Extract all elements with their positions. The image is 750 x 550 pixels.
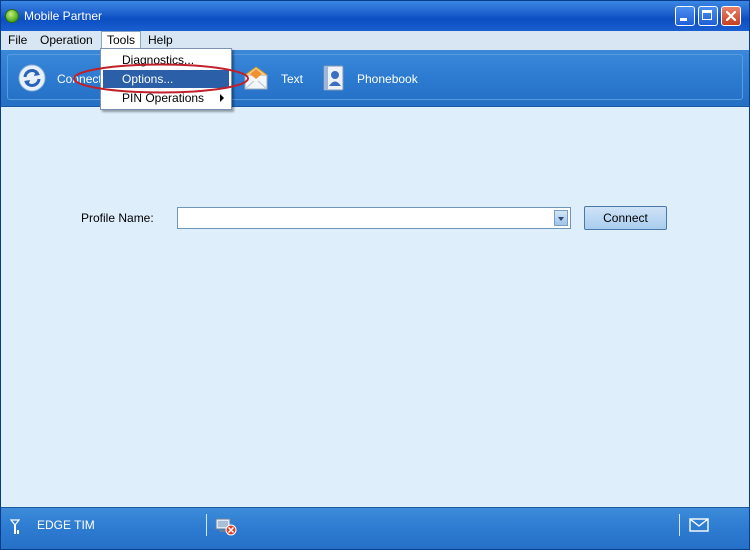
toolbar-connect-label: Connect (57, 72, 102, 86)
pin-operations-label: PIN Operations (122, 91, 205, 105)
toolbar-text-button[interactable]: Text (238, 55, 318, 101)
status-bar: EDGE TIM (1, 507, 749, 549)
toolbar-phonebook-label: Phonebook (357, 72, 418, 86)
toolbar-text-label: Text (281, 72, 304, 86)
connect-button[interactable]: Connect (584, 206, 667, 230)
menu-item-options[interactable]: Options... (103, 70, 229, 88)
profile-name-label: Profile Name: (81, 211, 154, 225)
chevron-down-icon (558, 217, 564, 221)
connect-refresh-icon (18, 64, 46, 92)
envelope-icon (244, 66, 268, 90)
network-status-text: EDGE TIM (37, 518, 95, 532)
close-icon (725, 10, 737, 22)
tools-dropdown-menu: Diagnostics... Options... PIN Operations (100, 48, 232, 110)
maximize-icon (702, 10, 712, 20)
content-area: Profile Name: Connect (1, 107, 749, 507)
menu-operation[interactable]: Operation (35, 31, 98, 50)
maximize-button[interactable] (698, 6, 718, 26)
profile-name-select[interactable] (177, 207, 571, 229)
phonebook-icon (323, 65, 344, 91)
status-divider (206, 514, 207, 536)
window-title: Mobile Partner (24, 9, 103, 23)
app-icon (5, 9, 19, 23)
toolbar-connect-button[interactable]: Connect (8, 55, 102, 101)
submenu-arrow-icon (220, 94, 224, 102)
close-button[interactable] (721, 6, 741, 26)
disconnected-icon (215, 518, 237, 536)
profile-dropdown-button[interactable] (554, 210, 568, 226)
menu-item-diagnostics[interactable]: Diagnostics... (103, 51, 229, 69)
title-bar[interactable]: Mobile Partner (1, 1, 749, 31)
toolbar-phonebook-button[interactable]: Phonebook (316, 55, 426, 101)
main-window: Mobile Partner File Operation Tools Help (0, 0, 750, 550)
minimize-button[interactable] (675, 6, 695, 26)
minimize-icon (680, 18, 687, 21)
menu-file[interactable]: File (3, 31, 32, 50)
status-divider (679, 514, 680, 536)
signal-antenna-icon (10, 519, 20, 534)
menu-item-pin-operations[interactable]: PIN Operations (103, 89, 229, 107)
message-icon[interactable] (689, 518, 709, 532)
